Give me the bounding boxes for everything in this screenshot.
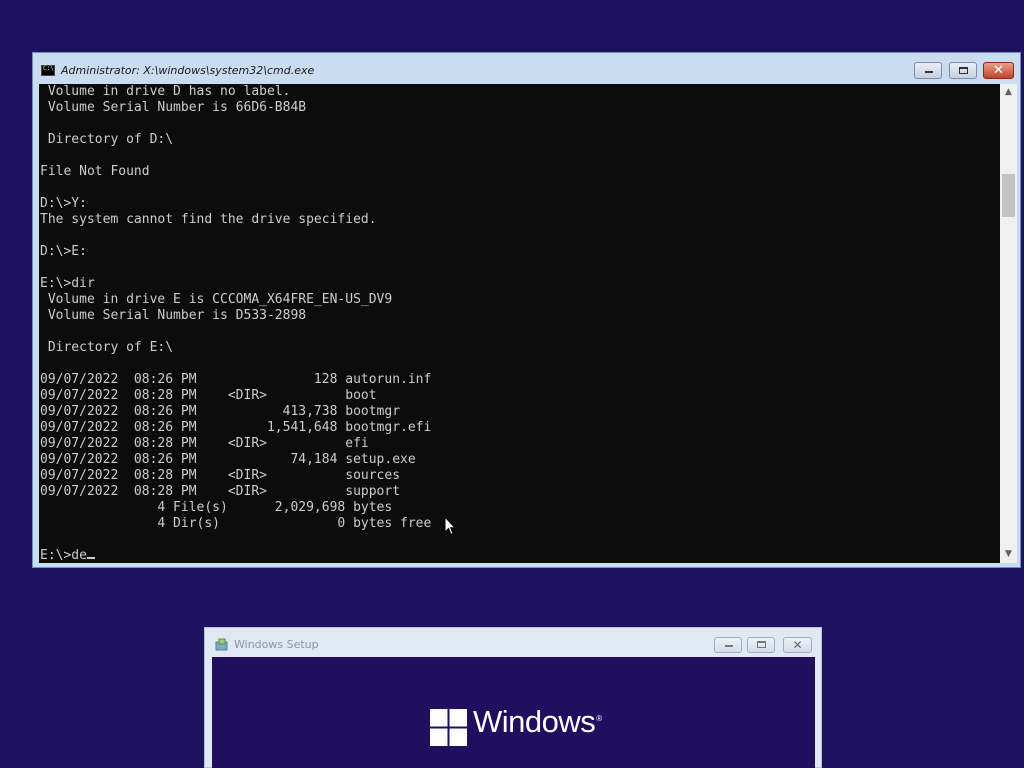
setup-splash: Windows® bbox=[212, 657, 815, 768]
windows-wordmark: Windows® bbox=[473, 704, 602, 740]
console-line: 09/07/2022 08:26 PM 413,738 bootmgr bbox=[40, 404, 401, 419]
console-line: Volume in drive E is CCCOMA_X64FRE_EN-US… bbox=[40, 292, 393, 307]
setup-window-title: Windows Setup bbox=[234, 638, 319, 651]
cmd-titlebar[interactable]: Administrator: X:\windows\system32\cmd.e… bbox=[33, 53, 1020, 83]
mouse-pointer-icon bbox=[444, 516, 456, 536]
console-line: The system cannot find the drive specifi… bbox=[40, 212, 377, 227]
console-line: 09/07/2022 08:26 PM 74,184 setup.exe bbox=[40, 452, 416, 467]
console-line: Volume Serial Number is 66D6-B84B bbox=[40, 100, 307, 115]
console-line: 4 Dir(s) 0 bytes free bbox=[40, 516, 432, 531]
cmd-window-title: Administrator: X:\windows\system32\cmd.e… bbox=[61, 64, 315, 77]
scroll-down-arrow-icon[interactable]: ▼ bbox=[1000, 546, 1017, 563]
setup-window[interactable]: Windows Setup ✕ Windows® bbox=[204, 627, 822, 768]
wordmark-text: Windows bbox=[473, 704, 596, 739]
console-line: E:\>dir bbox=[40, 276, 95, 291]
console-line: 09/07/2022 08:28 PM <DIR> efi bbox=[40, 436, 369, 451]
scroll-up-arrow-icon[interactable]: ▲ bbox=[1000, 84, 1017, 101]
trademark-symbol: ® bbox=[596, 713, 602, 723]
close-icon: ✕ bbox=[993, 63, 1004, 78]
console-output[interactable]: Volume in drive D has no label. Volume S… bbox=[39, 84, 1000, 563]
text-cursor bbox=[86, 557, 95, 559]
console-line: 09/07/2022 08:28 PM <DIR> boot bbox=[40, 388, 377, 403]
command-input[interactable]: E:\>de bbox=[40, 548, 87, 563]
maximize-button[interactable] bbox=[949, 62, 977, 79]
minimize-icon bbox=[925, 71, 933, 73]
close-icon: ✕ bbox=[792, 638, 803, 652]
command-prompt-line[interactable]: E:\>de bbox=[40, 548, 95, 563]
setup-minimize-button[interactable] bbox=[714, 637, 742, 653]
console-line: Volume in drive D has no label. bbox=[40, 84, 291, 99]
console-line: 09/07/2022 08:26 PM 128 autorun.inf bbox=[40, 372, 432, 387]
windows-logo-icon bbox=[430, 709, 467, 746]
console-line: 09/07/2022 08:26 PM 1,541,648 bootmgr.ef… bbox=[40, 420, 432, 435]
maximize-icon bbox=[757, 641, 766, 648]
scrollbar-thumb[interactable] bbox=[1002, 174, 1015, 217]
cmd-window[interactable]: Administrator: X:\windows\system32\cmd.e… bbox=[32, 52, 1021, 568]
console-line: 09/07/2022 08:28 PM <DIR> sources bbox=[40, 468, 401, 483]
console-line: 4 File(s) 2,029,698 bytes bbox=[40, 500, 393, 515]
maximize-icon bbox=[959, 67, 968, 74]
setup-app-icon bbox=[215, 638, 228, 651]
close-button[interactable]: ✕ bbox=[983, 62, 1014, 79]
desktop: Administrator: X:\windows\system32\cmd.e… bbox=[0, 0, 1024, 768]
minimize-button[interactable] bbox=[914, 62, 942, 79]
console-line: Directory of D:\ bbox=[40, 132, 174, 147]
console-line: D:\>E: bbox=[40, 244, 87, 259]
console-line: File Not Found bbox=[40, 164, 150, 179]
setup-close-button[interactable]: ✕ bbox=[783, 637, 812, 653]
console-line: 09/07/2022 08:28 PM <DIR> support bbox=[40, 484, 401, 499]
vertical-scrollbar[interactable]: ▲ ▼ bbox=[1000, 84, 1017, 563]
minimize-icon bbox=[725, 645, 733, 647]
setup-maximize-button[interactable] bbox=[747, 637, 775, 653]
cmd-app-icon[interactable] bbox=[41, 65, 55, 76]
console-line: D:\>Y: bbox=[40, 196, 87, 211]
console-line: Volume Serial Number is D533-2898 bbox=[40, 308, 307, 323]
console-line: Directory of E:\ bbox=[40, 340, 174, 355]
